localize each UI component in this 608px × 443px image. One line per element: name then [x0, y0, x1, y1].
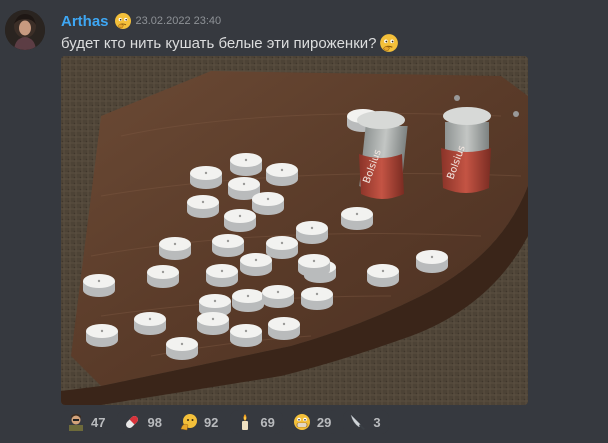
reaction[interactable]: 29 — [286, 410, 340, 434]
tealight-candle — [252, 192, 284, 215]
tealight-candle — [206, 264, 238, 287]
grimace-emote-icon — [293, 413, 311, 431]
tealight-candle — [166, 337, 198, 360]
tealight-candle — [268, 317, 300, 340]
tealight-candle — [232, 289, 264, 312]
username[interactable]: Arthas — [61, 13, 109, 30]
pill-icon — [123, 413, 141, 431]
person-emote-icon — [67, 413, 85, 431]
tealight-candle — [197, 312, 229, 335]
image-attachment[interactable]: Bolsius Bolsius — [61, 56, 528, 405]
reaction-count: 92 — [203, 414, 219, 430]
tealight-candle — [298, 254, 330, 277]
candles-photo: Bolsius Bolsius — [61, 56, 528, 405]
tealight-candle — [240, 253, 272, 276]
tealight-candle — [266, 163, 298, 186]
tealight-candle — [187, 195, 219, 218]
tealight-candle — [190, 166, 222, 189]
reaction-count: 69 — [260, 414, 275, 430]
tealight-candle — [212, 234, 244, 257]
reactions-bar: 47 98 92 69 29 3 — [61, 410, 389, 434]
reaction[interactable]: 98 — [117, 410, 170, 434]
message-header: Arthas 23.02.2022 23:40 — [61, 11, 221, 31]
tealight-candle — [134, 312, 166, 335]
reaction[interactable]: 69 — [230, 410, 283, 434]
reaction-count: 47 — [91, 414, 106, 430]
reaction-count: 3 — [373, 414, 381, 430]
tealight-candle — [416, 250, 448, 273]
thinking-emote-icon[interactable] — [379, 33, 399, 53]
tealight-candle — [83, 274, 115, 297]
tealight-candle — [301, 287, 333, 310]
chat-message: Arthas 23.02.2022 23:40 будет кто нить к… — [0, 0, 608, 443]
tealight-candle — [147, 265, 179, 288]
pillar-candle: Bolsius — [441, 107, 491, 193]
reaction-count: 29 — [316, 414, 332, 430]
message-content: будет кто нить кушать белые эти пироженк… — [61, 33, 399, 53]
message-text: будет кто нить кушать белые эти пироженк… — [61, 34, 377, 52]
tealight-candle — [159, 237, 191, 260]
avatar[interactable] — [5, 10, 45, 50]
thinking-emote-icon[interactable] — [114, 12, 132, 30]
candle-icon — [236, 413, 254, 431]
tealight-candle — [266, 236, 298, 259]
tealight-candle — [341, 207, 373, 230]
thinking-hand-emote-icon — [180, 413, 198, 431]
knife-icon — [349, 413, 367, 431]
timestamp: 23.02.2022 23:40 — [135, 15, 222, 27]
tealight-candle — [230, 153, 262, 176]
tealight-candle — [230, 324, 262, 347]
reaction-count: 98 — [147, 414, 162, 430]
pillar-candle: Bolsius — [357, 111, 408, 199]
tealight-candle — [224, 209, 256, 232]
reaction[interactable]: 92 — [173, 410, 227, 434]
tealight-candle — [262, 285, 294, 308]
reaction[interactable]: 3 — [343, 410, 389, 434]
reaction[interactable]: 47 — [61, 410, 114, 434]
tealight-candle — [296, 221, 328, 244]
tealight-candle — [367, 264, 399, 287]
tealight-candle — [86, 324, 118, 347]
